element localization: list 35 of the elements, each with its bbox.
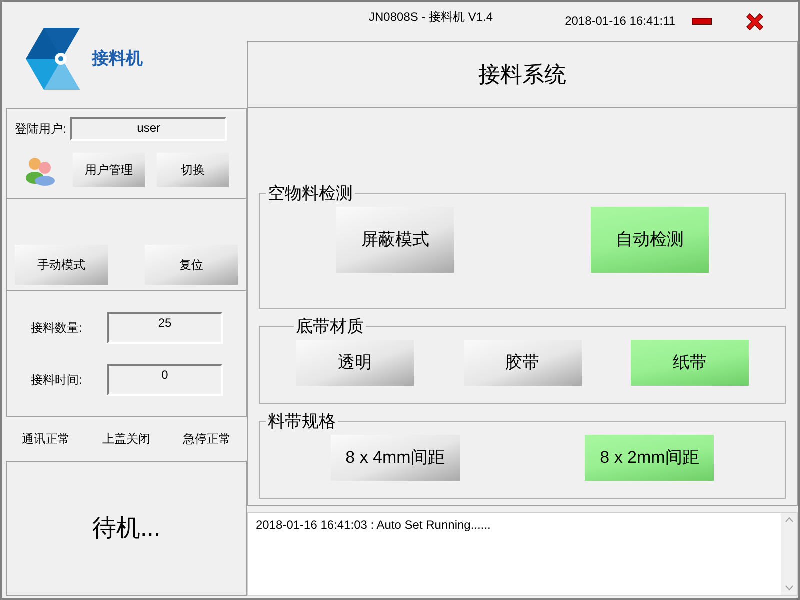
group-title: 底带材质 — [295, 316, 365, 338]
option-button[interactable]: 用户管理 — [73, 153, 145, 187]
option-button[interactable]: 8 x 2mm间距 — [585, 434, 714, 480]
option-button[interactable]: 手动模式 — [15, 245, 108, 285]
option-button[interactable]: 切换 — [157, 153, 229, 187]
option-button[interactable]: 屏蔽模式 — [336, 206, 454, 272]
user-label: 登陆用户: — [15, 121, 66, 138]
scroll-up-icon[interactable] — [784, 517, 794, 523]
close-icon[interactable] — [744, 11, 766, 33]
option-button[interactable]: 纸带 — [631, 340, 749, 386]
option-button[interactable]: 自动检测 — [590, 206, 709, 272]
machine-state: 待机... — [92, 514, 160, 544]
counter-label: 接料数量: — [31, 320, 83, 336]
minimize-button[interactable] — [692, 18, 712, 25]
group-title: 料带规格 — [267, 411, 337, 433]
status-text: 上盖关闭 — [102, 431, 150, 448]
counter-field: 0 — [107, 364, 223, 396]
system-title: 接料系统 — [478, 61, 566, 89]
log-line: 2018-01-16 16:41:03 : Auto Set Running...... — [256, 517, 492, 534]
option-button[interactable]: 复位 — [145, 245, 238, 285]
status-text: 通讯正常 — [22, 431, 70, 448]
scroll-down-icon[interactable] — [784, 585, 794, 591]
counter-field: 25 — [107, 312, 223, 344]
clock: 2018-01-16 16:41:11 — [565, 13, 676, 30]
logo-icon — [26, 28, 80, 90]
status-text: 急停正常 — [182, 431, 231, 448]
option-button[interactable]: 胶带 — [464, 340, 582, 386]
scrollbar[interactable] — [781, 513, 797, 595]
app-name: 接料机 — [92, 48, 143, 70]
group-title: 空物料检测 — [267, 183, 354, 205]
option-button[interactable]: 8 x 4mm间距 — [330, 434, 460, 480]
option-button[interactable]: 透明 — [296, 340, 414, 386]
window-title: JN0808S - 接料机 V1.4 — [369, 9, 494, 26]
user-field: user — [70, 117, 228, 141]
counter-label: 接料时间: — [31, 372, 83, 388]
